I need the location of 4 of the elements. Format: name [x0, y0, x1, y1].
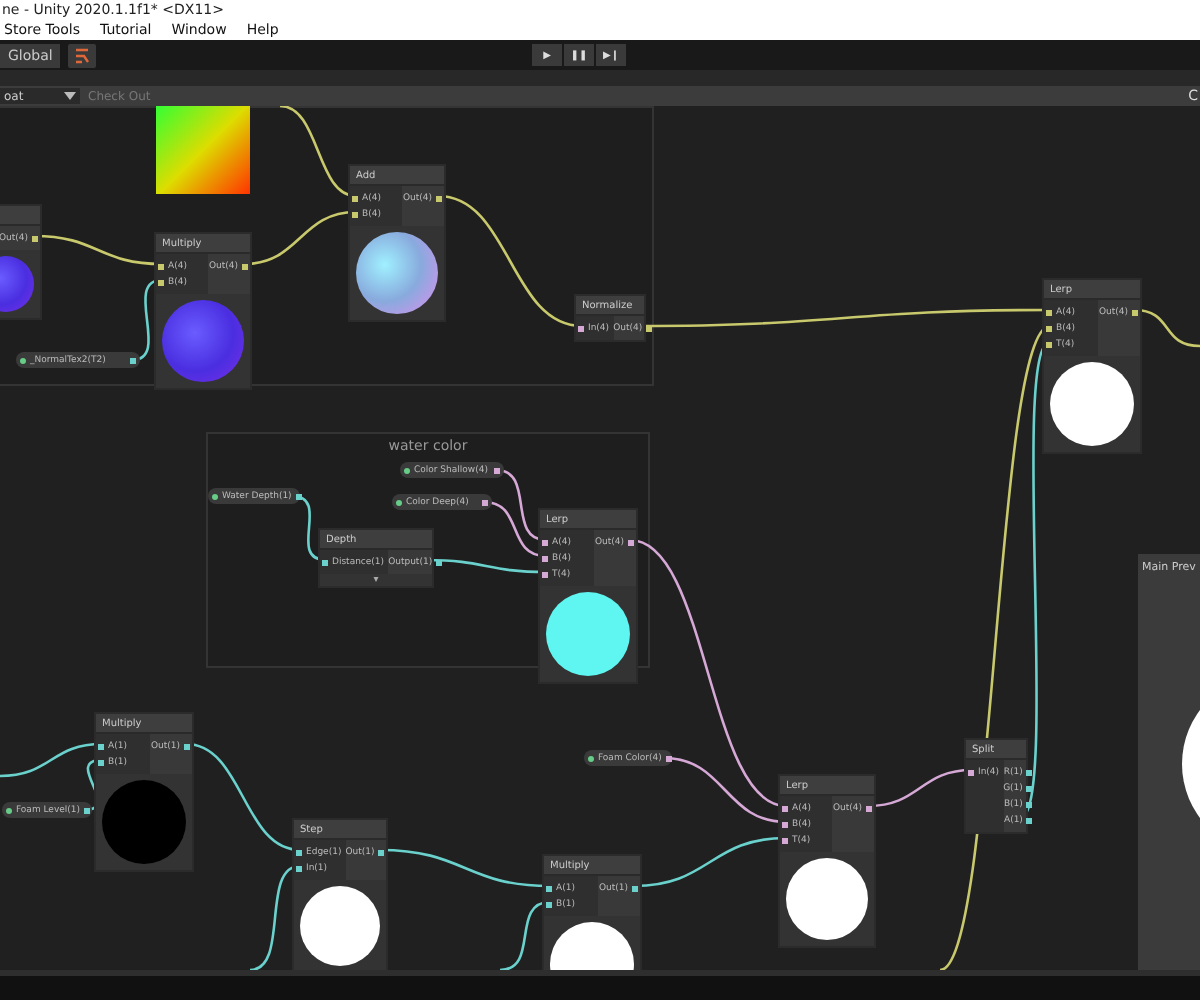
collab-icon[interactable]: [68, 43, 97, 67]
graph-canvas[interactable]: [0, 106, 1200, 970]
gradient-preview: [156, 106, 250, 194]
caret-icon: [64, 92, 76, 100]
